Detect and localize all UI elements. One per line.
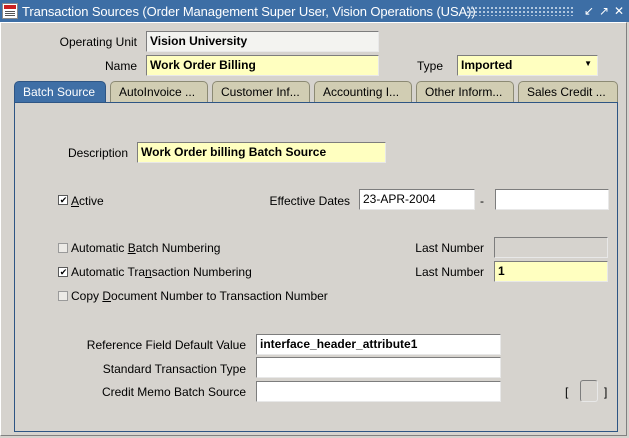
tab-customer-info[interactable]: Customer Inf... — [212, 81, 310, 102]
maximize-icon[interactable]: ↗ — [597, 4, 611, 18]
credit-memo-input[interactable] — [256, 381, 501, 402]
type-label: Type — [417, 59, 444, 73]
dff-close-bracket: ] — [604, 385, 608, 399]
auto-batch-numbering-label[interactable]: Automatic Batch Numbering — [71, 241, 220, 255]
credit-memo-label: Credit Memo Batch Source — [101, 385, 246, 399]
auto-trx-last-number-label: Last Number — [415, 265, 484, 279]
window-title: Transaction Sources (Order Management Su… — [22, 4, 476, 19]
dff-open-bracket: [ — [565, 385, 569, 399]
auto-batch-numbering-checkbox[interactable] — [58, 243, 68, 253]
reference-field-label: Reference Field Default Value — [86, 338, 246, 352]
description-field[interactable]: Work Order billing Batch Source — [137, 142, 386, 163]
tab-autoinvoice[interactable]: AutoInvoice ... — [110, 81, 208, 102]
tab-sales-credit[interactable]: Sales Credit ... — [518, 81, 618, 102]
active-label[interactable]: Active — [71, 194, 104, 208]
name-label: Name — [104, 59, 137, 73]
operating-unit-field[interactable]: Vision University — [146, 31, 379, 52]
tab-accounting-info[interactable]: Accounting I... — [314, 81, 412, 102]
reference-field-input[interactable]: interface_header_attribute1 — [256, 334, 501, 355]
minimize-icon[interactable]: ↙ — [582, 4, 596, 18]
effective-to-field[interactable] — [495, 189, 609, 210]
tab-batch-source[interactable]: Batch Source — [14, 81, 106, 103]
window-title-bar: Transaction Sources (Order Management Su… — [0, 0, 629, 22]
auto-trx-last-number-field[interactable]: 1 — [494, 261, 608, 282]
descriptive-flexfield-button[interactable] — [580, 380, 598, 402]
name-field[interactable]: Work Order Billing — [146, 55, 379, 76]
chevron-down-icon[interactable]: ▼ — [584, 59, 592, 68]
effective-dates-label: Effective Dates — [269, 194, 350, 208]
standard-trx-type-label: Standard Transaction Type — [102, 362, 246, 376]
auto-transaction-numbering-checkbox[interactable] — [58, 267, 68, 277]
title-bar-pattern — [466, 6, 574, 16]
close-icon[interactable]: ✕ — [612, 4, 626, 18]
auto-batch-last-number-label: Last Number — [415, 241, 484, 255]
oracle-app-icon — [2, 3, 18, 19]
copy-document-number-checkbox[interactable] — [58, 291, 68, 301]
auto-batch-last-number-field — [494, 237, 608, 258]
auto-transaction-numbering-label[interactable]: Automatic Transaction Numbering — [71, 265, 252, 279]
type-select[interactable]: Imported ▼ — [457, 55, 598, 76]
operating-unit-label: Operating Unit — [59, 35, 137, 49]
description-label: Description — [67, 146, 128, 160]
active-checkbox[interactable] — [58, 195, 68, 205]
copy-document-number-label[interactable]: Copy Document Number to Transaction Numb… — [71, 289, 328, 303]
effective-from-field[interactable]: 23-APR-2004 — [359, 189, 475, 210]
date-separator: - — [480, 194, 484, 208]
standard-trx-type-input[interactable] — [256, 357, 501, 378]
tab-other-information[interactable]: Other Inform... — [416, 81, 514, 102]
type-select-value: Imported — [461, 58, 513, 72]
